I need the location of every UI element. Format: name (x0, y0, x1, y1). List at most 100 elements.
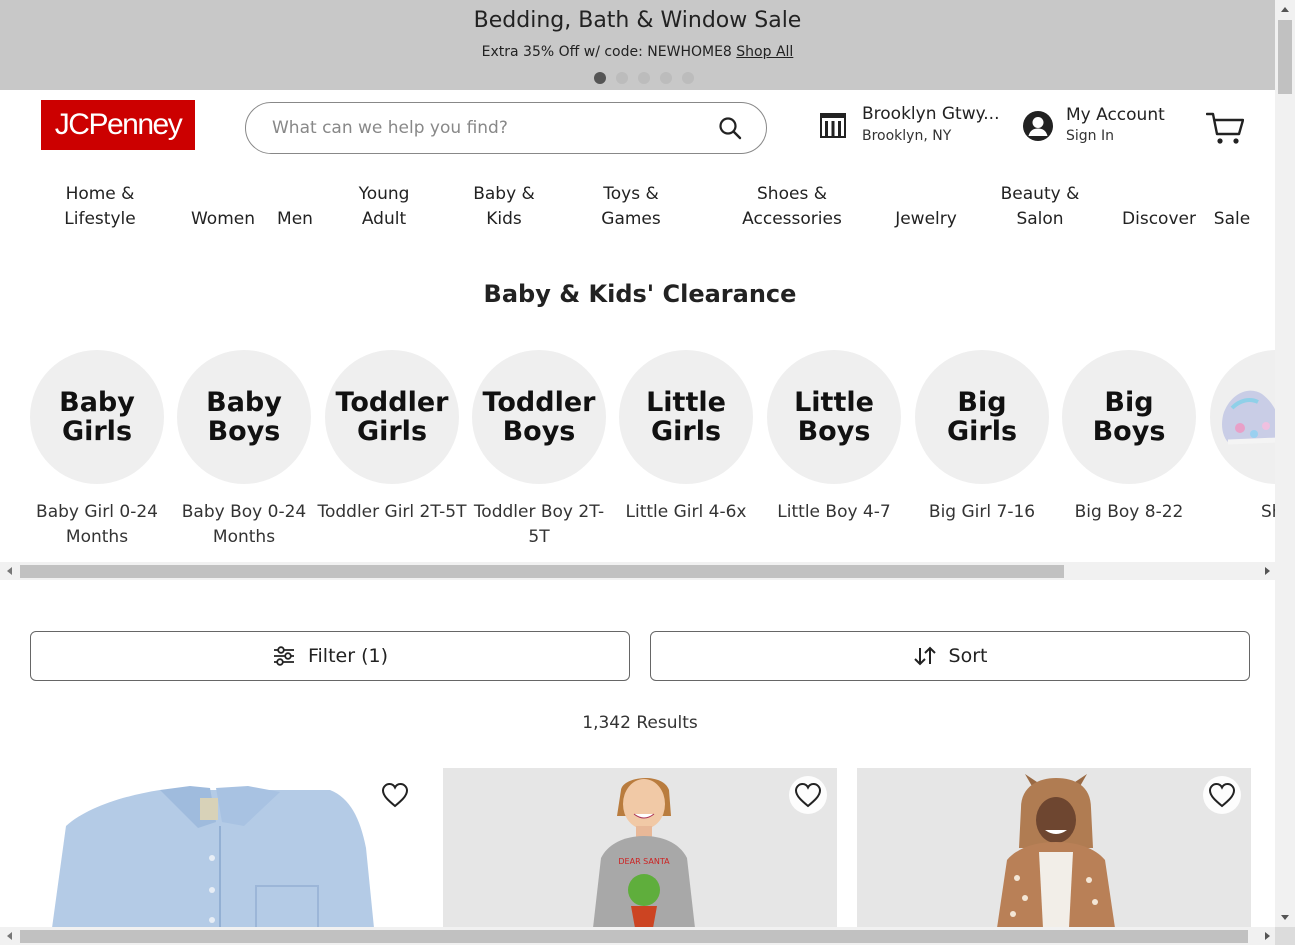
nav-label: Toys & Games (601, 184, 661, 229)
product-image-grinch-top: DEAR SANTA (593, 777, 695, 928)
category-label: Baby Boy 0-24 Months (181, 502, 307, 547)
nav-label: Baby & Kids (473, 184, 535, 229)
filter-button[interactable]: Filter (1) (30, 631, 630, 681)
search-icon[interactable] (718, 116, 742, 140)
promo-dot-1[interactable] (594, 72, 606, 84)
search-input[interactable] (272, 118, 718, 138)
category-little-boys[interactable]: Little Boys Little Boy 4-7 (759, 340, 909, 525)
nav-label: Women (190, 209, 255, 229)
category-circle: Little Boys (767, 350, 901, 484)
promo-banner[interactable]: Bedding, Bath & Window Sale Extra 35% Of… (0, 0, 1275, 90)
page: Bedding, Bath & Window Sale Extra 35% Of… (0, 0, 1295, 945)
product-card[interactable] (857, 768, 1251, 928)
account-title: My Account (1066, 105, 1165, 125)
promo-dot-3[interactable] (638, 72, 650, 84)
promo-subtitle: Extra 35% Off w/ code: NEWHOME8 Shop All (0, 44, 1275, 60)
scroll-left-arrow-icon[interactable] (7, 567, 12, 575)
nav-men[interactable]: Men (273, 207, 317, 232)
search-bar[interactable] (245, 102, 767, 154)
nav-label: Home & Lifestyle (64, 184, 136, 229)
category-big-boys[interactable]: Big Boys Big Boy 8-22 (1054, 340, 1204, 525)
category-little-girls[interactable]: Little Girls Little Girl 4-6x (611, 340, 761, 525)
store-info: Brooklyn Gtwy... Brooklyn, NY (862, 102, 999, 144)
sign-in-link[interactable]: Sign In (1066, 128, 1165, 144)
category-circle: Big Boys (1062, 350, 1196, 484)
nav-beauty-salon[interactable]: Beauty & Salon (998, 182, 1082, 232)
nav-label: Young Adult (358, 184, 410, 229)
heart-icon (794, 782, 822, 808)
nav-label: Beauty & Salon (1000, 184, 1080, 229)
jcpenney-logo[interactable]: JCPenney (41, 100, 195, 150)
promo-dot-4[interactable] (660, 72, 672, 84)
svg-text:DEAR SANTA: DEAR SANTA (618, 857, 670, 866)
category-big-girls[interactable]: Big Girls Big Girl 7-16 (907, 340, 1057, 525)
cart-icon[interactable] (1206, 110, 1244, 146)
category-shoe-image (1210, 350, 1275, 484)
nav-baby-kids[interactable]: Baby & Kids (468, 182, 540, 232)
category-label: Little Boy 4-7 (777, 502, 891, 522)
promo-shop-all-link[interactable]: Shop All (736, 44, 793, 60)
scroll-up-arrow-icon[interactable] (1281, 7, 1289, 12)
page-scroll-right-arrow-icon[interactable] (1265, 932, 1270, 940)
account-menu[interactable]: My Account Sign In (1022, 104, 1165, 144)
carousel-scrollbar-thumb[interactable] (20, 565, 1064, 578)
promo-dot-2[interactable] (616, 72, 628, 84)
page-vertical-scrollbar[interactable] (1275, 0, 1295, 927)
category-toddler-boys[interactable]: Toddler Boys Toddler Boy 2T-5T (464, 340, 614, 550)
category-toddler-girls[interactable]: Toddler Girls Toddler Girl 2T-5T (317, 340, 467, 525)
nav-sale[interactable]: Sale (1211, 207, 1253, 232)
category-baby-boys[interactable]: Baby Boys Baby Boy 0-24 Months (169, 340, 319, 550)
nav-toys-games[interactable]: Toys & Games (592, 182, 670, 232)
logo-text: JCPenney (54, 108, 183, 141)
heart-icon (381, 782, 409, 808)
filter-sliders-icon (273, 646, 294, 666)
product-card[interactable]: DEAR SANTA (443, 768, 837, 928)
nav-young-adult[interactable]: Young Adult (348, 182, 420, 232)
category-baby-girls[interactable]: Baby Girls Baby Girl 0-24 Months (22, 340, 172, 550)
page-horizontal-scrollbar[interactable] (0, 927, 1275, 945)
promo-dot-5[interactable] (682, 72, 694, 84)
category-label: Toddler Boy 2T-5T (473, 502, 605, 547)
scroll-down-arrow-icon[interactable] (1281, 915, 1289, 920)
nav-label: Jewelry (895, 209, 957, 229)
category-label: Little Girl 4-6x (625, 502, 747, 522)
carousel-scrollbar[interactable] (0, 562, 1275, 580)
sort-arrows-icon (913, 646, 936, 666)
promo-carousel-dots (594, 72, 694, 84)
category-carousel: Baby Girls Baby Girl 0-24 Months Baby Bo… (0, 340, 1275, 562)
store-location: Brooklyn, NY (862, 128, 952, 144)
product-image-shirt (52, 786, 374, 928)
store-name: Brooklyn Gtwy... (862, 104, 1000, 124)
sneaker-image (1222, 390, 1275, 445)
sort-button[interactable]: Sort (650, 631, 1250, 681)
category-circle: Baby Girls (30, 350, 164, 484)
favorite-heart-button[interactable] (1203, 776, 1241, 814)
category-label: Big Girl 7-16 (928, 502, 1036, 522)
results-count: 1,342 Results (582, 713, 698, 733)
category-shoes[interactable]: Sho (1202, 340, 1275, 525)
account-info: My Account Sign In (1066, 104, 1165, 144)
page-scroll-left-arrow-icon[interactable] (7, 932, 12, 940)
page-vertical-scrollbar-thumb[interactable] (1278, 20, 1292, 94)
nav-jewelry[interactable]: Jewelry (890, 207, 962, 232)
scroll-right-arrow-icon[interactable] (1265, 567, 1270, 575)
heart-icon (1208, 782, 1236, 808)
section-title: Baby & Kids' Clearance (483, 280, 797, 308)
favorite-heart-button[interactable] (789, 776, 827, 814)
category-circle: Baby Boys (177, 350, 311, 484)
nav-discover[interactable]: Discover (1119, 207, 1199, 232)
nav-home-lifestyle[interactable]: Home & Lifestyle (60, 182, 140, 232)
user-icon (1023, 111, 1053, 141)
nav-label: Sale (1213, 209, 1251, 229)
nav-women[interactable]: Women (188, 207, 258, 232)
product-card[interactable] (30, 768, 424, 928)
favorite-heart-button[interactable] (376, 776, 414, 814)
nav-label: Men (277, 209, 313, 229)
category-label: Baby Girl 0-24 Months (36, 502, 158, 547)
category-circle: Toddler Boys (472, 350, 606, 484)
store-selector[interactable]: Brooklyn Gtwy... Brooklyn, NY (818, 102, 999, 144)
promo-title: Bedding, Bath & Window Sale (473, 8, 802, 33)
nav-shoes-accessories[interactable]: Shoes & Accessories (737, 182, 847, 232)
page-horizontal-scrollbar-thumb[interactable] (20, 930, 1248, 943)
category-label: Toddler Girl 2T-5T (317, 502, 467, 522)
